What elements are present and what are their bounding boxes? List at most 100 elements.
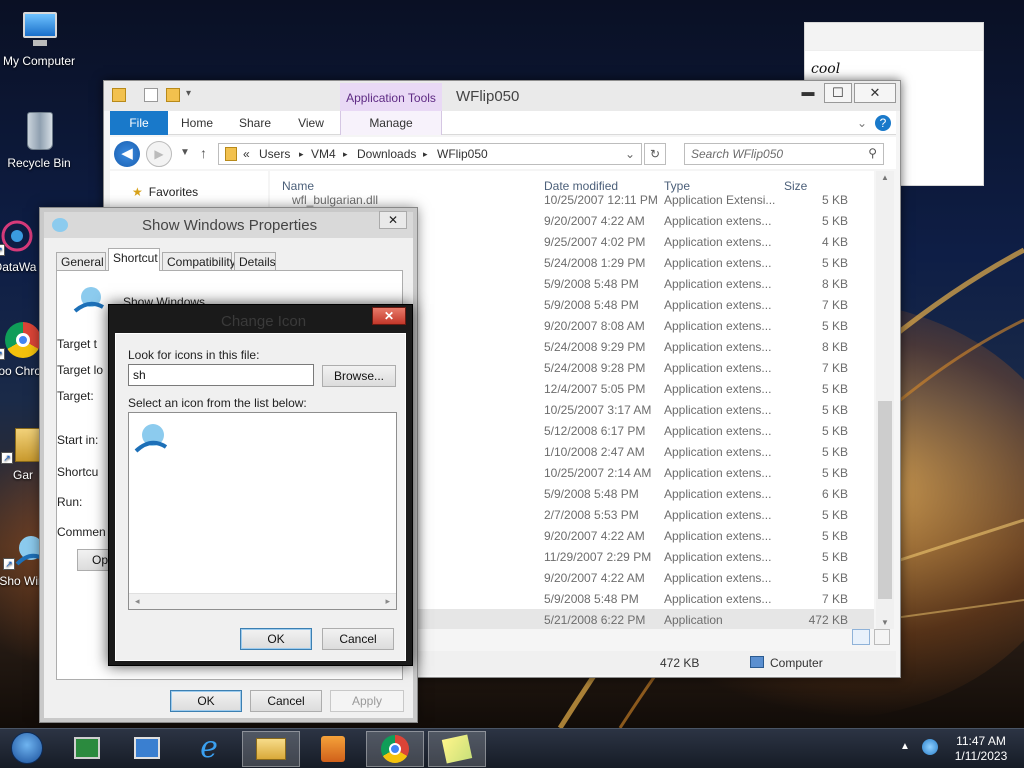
cancel-button[interactable]: Cancel [322,628,394,650]
desktop-icon-my-computer[interactable]: My Computer [0,10,82,68]
close-icon[interactable]: ✕ [854,83,896,103]
refresh-icon[interactable]: ↻ [644,143,666,165]
show-hidden-icons-icon[interactable]: ▲ [900,741,910,752]
file-date: 5/24/2008 9:28 PM [544,361,646,375]
tab-manage[interactable]: Manage [340,111,442,135]
help-icon[interactable]: ? [874,111,892,135]
ok-button[interactable]: OK [240,628,312,650]
network-tray-icon[interactable] [922,739,938,755]
address-overflow[interactable]: « [243,147,250,161]
icon-list[interactable]: ◂ ▸ [128,412,397,610]
address-dropdown-icon[interactable]: ⌄ [625,147,635,161]
breadcrumb-sep[interactable]: ▸ [343,149,348,160]
show-windows-icon[interactable] [133,421,168,455]
file-type: Application extens... [664,592,772,606]
start-orb-icon [11,732,43,764]
datawa-icon: ↗ [0,216,37,256]
start-button[interactable] [0,731,54,767]
new-folder-icon[interactable] [166,88,180,102]
address-bar[interactable]: « Users ▸ VM4 ▸ Downloads ▸ WFlip050 ⌄ [218,143,642,165]
file-type: Application extens... [664,571,772,585]
file-date: 5/9/2008 5:48 PM [544,298,639,312]
tab-general[interactable]: General [56,252,106,270]
file-size: 7 KB [821,298,848,312]
breadcrumb-downloads[interactable]: Downloads [357,147,416,161]
breadcrumb-sep[interactable]: ▸ [423,149,428,160]
column-size[interactable]: Size [784,179,807,193]
back-arrow-icon[interactable]: ◀ [114,141,140,167]
scroll-left-icon[interactable]: ◂ [135,596,140,607]
change-icon-body: Look for icons in this file: sh Browse..… [115,333,406,661]
large-icons-view-icon[interactable] [874,629,890,645]
taskbar-media-player[interactable] [304,731,362,767]
tab-shortcut[interactable]: Shortcut [108,248,160,271]
change-icon-dialog[interactable]: Change Icon ✕ Look for icons in this fil… [108,304,413,666]
file-size: 5 KB [821,571,848,585]
look-for-icons-label: Look for icons in this file: [128,348,260,362]
clock[interactable]: 11:47 AM 1/11/2023 [948,734,1014,764]
tab-file[interactable]: File [110,111,168,135]
maximize-icon[interactable]: ☐ [824,83,852,103]
tab-home[interactable]: Home [172,111,222,135]
scroll-up-icon[interactable]: ▲ [881,173,889,182]
column-date[interactable]: Date modified [544,179,618,193]
icon-file-input[interactable]: sh [128,364,314,386]
search-input[interactable]: Search WFlip050 ⚲ [684,143,884,165]
file-size: 5 KB [821,529,848,543]
file-name: wfl_bulgarian.dll [292,193,379,207]
taskbar-file-explorer[interactable] [242,731,300,767]
scroll-down-icon[interactable]: ▼ [881,618,889,627]
scrollbar-thumb[interactable] [878,401,892,599]
taskbar-internet-explorer[interactable]: e [180,731,238,767]
nav-favorites[interactable]: ★ Favorites [132,185,198,199]
cancel-button[interactable]: Cancel [250,690,322,712]
taskbar-remote-desktop[interactable] [118,731,176,767]
recent-locations-icon[interactable]: ▼ [180,147,190,158]
close-icon[interactable]: ✕ [372,307,406,325]
vertical-scrollbar[interactable]: ▲ ▼ [876,171,894,629]
file-size: 5 KB [821,445,848,459]
explorer-titlebar[interactable]: ▾ Application Tools WFlip050 ▬ ☐ ✕ [104,81,900,111]
horizontal-scrollbar[interactable]: ◂ ▸ [129,593,396,609]
run-label: Run: [57,495,83,509]
apply-button[interactable]: Apply [330,690,404,712]
taskbar-sticky-notes[interactable] [428,731,486,767]
tab-details[interactable]: Details [234,252,276,270]
minimize-icon[interactable]: ▬ [794,83,822,103]
taskbar-chrome[interactable] [366,731,424,767]
breadcrumb-sep[interactable]: ▸ [299,149,304,160]
file-date: 5/12/2008 6:17 PM [544,424,646,438]
search-icon[interactable]: ⚲ [868,146,877,160]
qat-dropdown-icon[interactable]: ▾ [186,88,200,102]
tab-share[interactable]: Share [230,111,280,135]
change-icon-titlebar[interactable]: Change Icon ✕ [109,305,412,333]
nav-favorites-label: Favorites [148,185,199,199]
scroll-right-icon[interactable]: ▸ [385,596,390,607]
sticky-note-text[interactable]: cool [811,61,840,77]
breadcrumb-vm4[interactable]: VM4 [311,147,336,161]
breadcrumb-wflip050[interactable]: WFlip050 [437,147,488,161]
browse-button[interactable]: Browse... [322,365,396,387]
details-view-icon[interactable] [852,629,870,645]
properties-titlebar[interactable]: Show Windows Properties ✕ [44,211,413,238]
file-date: 11/29/2007 2:29 PM [544,550,652,564]
comment-label: Commen [57,525,106,539]
column-type[interactable]: Type [664,179,690,193]
ribbon-expand-icon[interactable]: ⌄ [854,111,870,135]
desktop-icon-recycle-bin[interactable]: Recycle Bin [0,112,82,170]
sticky-note-bar[interactable] [805,23,983,51]
file-type: Application extens... [664,256,772,270]
ribbon-tabs: File Home Share View Manage ⌄ ? [110,111,896,135]
column-name[interactable]: Name [282,179,314,193]
taskbar-network-monitor[interactable] [58,731,116,767]
close-icon[interactable]: ✕ [379,211,407,229]
tab-view[interactable]: View [286,111,336,135]
up-arrow-icon[interactable]: ↑ [200,145,207,161]
tab-compatibility[interactable]: Compatibility [162,252,236,270]
file-date: 5/9/2008 5:48 PM [544,487,639,501]
ok-button[interactable]: OK [170,690,242,712]
file-size: 5 KB [821,193,848,207]
forward-arrow-icon[interactable]: ▶ [146,141,172,167]
properties-icon[interactable] [144,88,158,102]
breadcrumb-users[interactable]: Users [259,147,290,161]
